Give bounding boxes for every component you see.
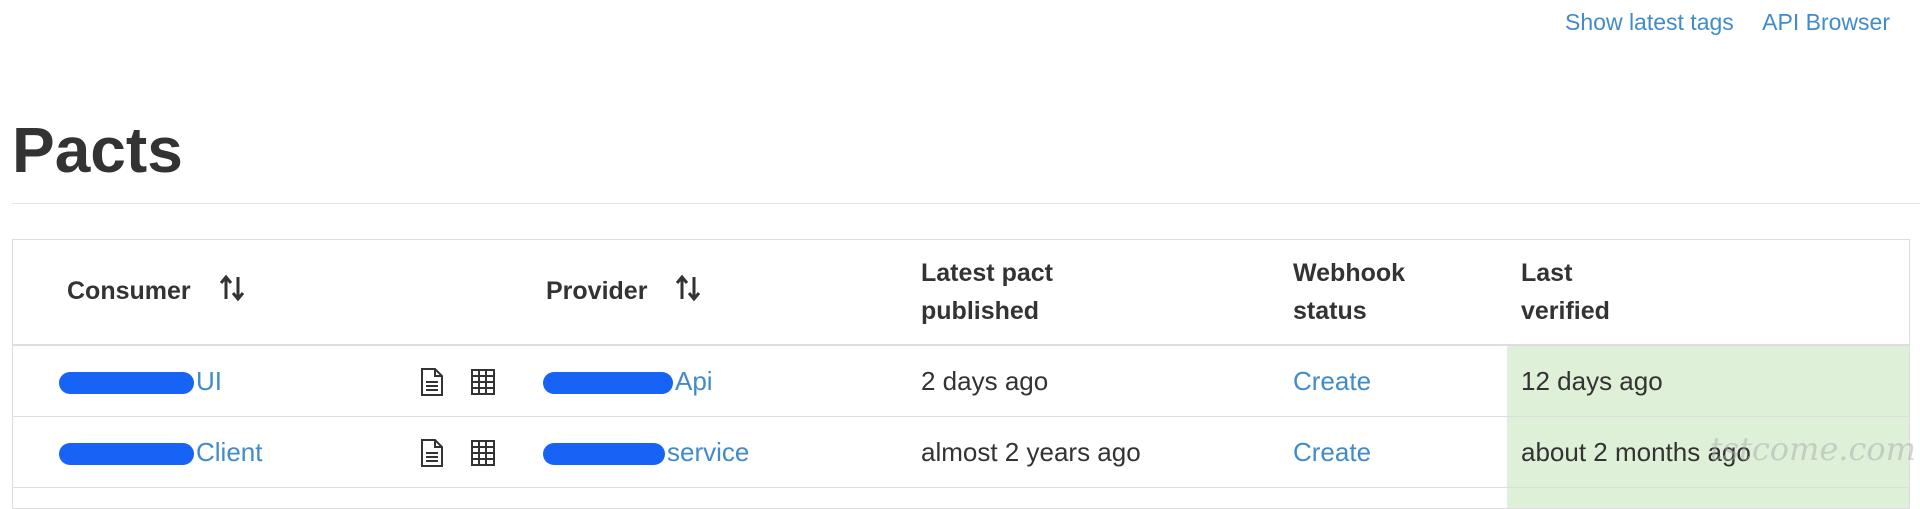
- pact-actions-cell: [419, 345, 519, 417]
- table-row-partial: [13, 487, 1909, 509]
- provider-header-label: Provider: [546, 277, 648, 306]
- table-row: Client service almost 2 years ago Create: [13, 416, 1909, 488]
- webhook-create-link[interactable]: Create: [1293, 366, 1371, 396]
- consumer-header[interactable]: Consumer: [13, 240, 419, 346]
- verified-header-line2: verified: [1521, 297, 1610, 325]
- latest-pact-published-header: Latest pact published: [921, 240, 1293, 346]
- consumer-link[interactable]: Client: [196, 437, 262, 467]
- consumer-cell: Client: [13, 416, 419, 488]
- redaction-mark: [59, 371, 194, 394]
- sort-arrows-icon[interactable]: [676, 274, 701, 312]
- last-verified-cell: 12 days ago: [1507, 345, 1909, 417]
- provider-cell: service: [519, 416, 921, 488]
- pacts-table: Consumer Provider Latest pact published: [13, 240, 1909, 509]
- document-icon[interactable]: [419, 438, 445, 468]
- webhook-header-line1: Webhook: [1293, 259, 1406, 287]
- redaction-mark: [59, 442, 194, 465]
- provider-header[interactable]: Provider: [519, 240, 921, 346]
- icons-header: [419, 240, 519, 346]
- webhook-status-header: Webhook status: [1293, 240, 1507, 346]
- webhook-create-link[interactable]: Create: [1293, 437, 1371, 467]
- provider-link[interactable]: service: [667, 437, 749, 467]
- consumer-header-label: Consumer: [67, 277, 191, 306]
- pacts-table-container: Consumer Provider Latest pact published: [12, 239, 1910, 509]
- pact-actions-cell: [419, 416, 519, 488]
- consumer-cell: UI: [13, 345, 419, 417]
- table-grid-icon[interactable]: [470, 368, 496, 396]
- published-header-line2: published: [921, 297, 1040, 325]
- sort-arrows-icon[interactable]: [219, 274, 244, 312]
- provider-cell: Api: [519, 345, 921, 417]
- api-browser-link[interactable]: API Browser: [1762, 9, 1890, 35]
- top-nav: Show latest tags API Browser: [1543, 9, 1890, 36]
- redaction-mark: [543, 442, 665, 465]
- consumer-link[interactable]: UI: [196, 366, 222, 396]
- published-cell: 2 days ago: [921, 345, 1293, 417]
- verified-header-line1: Last: [1521, 259, 1573, 287]
- title-divider: [12, 203, 1920, 204]
- published-cell: almost 2 years ago: [921, 416, 1293, 488]
- webhook-header-line2: status: [1293, 297, 1367, 325]
- provider-link[interactable]: Api: [675, 366, 713, 396]
- document-icon[interactable]: [419, 367, 445, 397]
- table-row: UI Api 2 days ago Create 12 days ago: [13, 345, 1909, 417]
- table-grid-icon[interactable]: [470, 439, 496, 467]
- webhook-cell: Create: [1293, 416, 1507, 488]
- published-header-line1: Latest pact: [921, 259, 1053, 287]
- show-latest-tags-link[interactable]: Show latest tags: [1565, 9, 1734, 35]
- webhook-cell: Create: [1293, 345, 1507, 417]
- redaction-mark: [543, 371, 673, 394]
- last-verified-cell: about 2 months ago: [1507, 416, 1909, 488]
- table-header-row: Consumer Provider Latest pact published: [13, 240, 1909, 346]
- last-verified-header: Last verified: [1507, 240, 1909, 346]
- page-title: Pacts: [12, 114, 183, 186]
